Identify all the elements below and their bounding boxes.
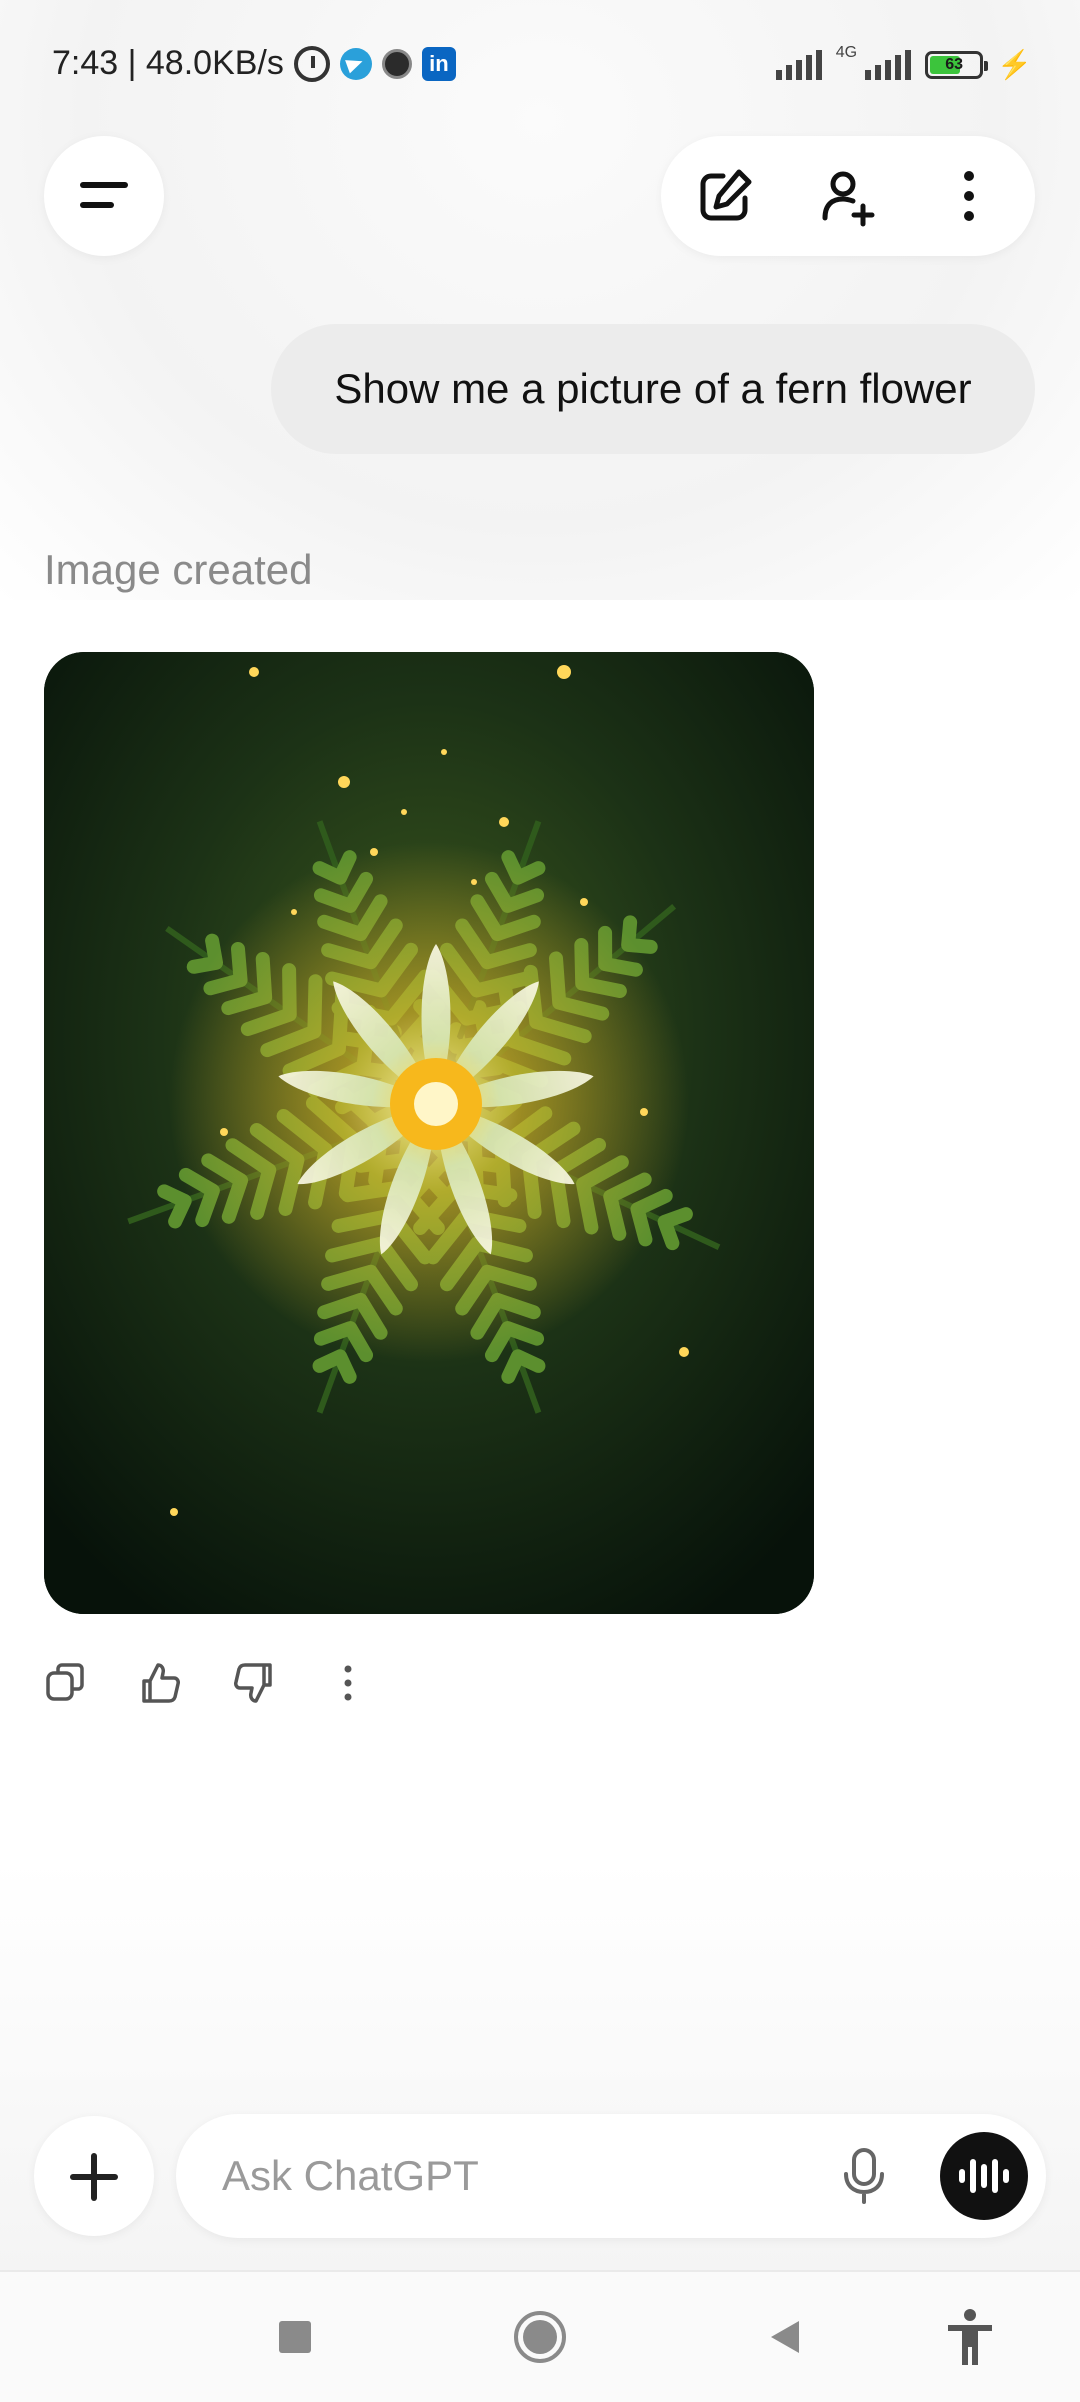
charging-icon: ⚡ [997, 49, 1032, 80]
ask-input[interactable] [220, 2142, 764, 2210]
more-icon [964, 171, 974, 221]
composer [176, 2114, 1046, 2238]
accessibility-icon [948, 2309, 992, 2365]
linkedin-icon: in [421, 46, 456, 81]
system-nav-bar [0, 2270, 1080, 2402]
copy-button[interactable] [44, 1656, 88, 1710]
back-button[interactable] [735, 2272, 835, 2402]
alarm-icon [293, 45, 330, 82]
status-time-speed: 7:43 | 48.0KB/s [52, 44, 284, 82]
assistant-status: Image created [44, 546, 313, 593]
battery-level: 63 [945, 55, 964, 73]
status-right: 4G 63 ⚡ [775, 44, 1032, 81]
signal-icon [775, 49, 822, 80]
status-left: 7:43 | 48.0KB/s in [52, 44, 456, 83]
app-icon [381, 48, 412, 79]
message-actions [44, 1656, 370, 1710]
glowing-fern-flower-image [44, 652, 814, 1614]
accessibility-button[interactable] [920, 2272, 1020, 2402]
add-user-icon [822, 171, 875, 227]
signal-icon-2 [865, 49, 912, 80]
network-type: 4G [835, 43, 858, 61]
new-chat-button[interactable] [683, 154, 767, 238]
recents-icon [279, 2321, 311, 2353]
microphone-icon [844, 2148, 884, 2204]
menu-button[interactable] [44, 136, 164, 256]
generated-image[interactable] [44, 652, 814, 1614]
thumbs-down-icon [234, 1663, 272, 1703]
more-button[interactable] [927, 154, 1011, 238]
microphone-button[interactable] [832, 2144, 896, 2208]
add-attachment-button[interactable] [34, 2116, 154, 2236]
thumbs-up-button[interactable] [138, 1656, 182, 1710]
telegram-icon [339, 47, 372, 80]
status-bar: 7:43 | 48.0KB/s in 4G 63 ⚡ [0, 30, 1080, 100]
recents-button[interactable] [245, 2272, 345, 2402]
user-message-text: Show me a picture of a fern flower [334, 365, 972, 412]
back-icon [771, 2321, 799, 2353]
top-actions [661, 136, 1035, 256]
thumbs-down-button[interactable] [232, 1656, 276, 1710]
new-chat-icon [700, 169, 752, 221]
add-user-button[interactable] [805, 154, 889, 238]
user-message-bubble: Show me a picture of a fern flower [271, 324, 1035, 454]
battery-icon: 63 [925, 50, 989, 79]
menu-icon [80, 182, 128, 188]
copy-icon [46, 1663, 84, 1701]
voice-mode-button[interactable] [940, 2132, 1028, 2220]
thumbs-up-icon [142, 1663, 180, 1703]
more-vertical-icon [344, 1665, 352, 1701]
home-icon [514, 2311, 566, 2363]
home-button[interactable] [490, 2272, 590, 2402]
more-vertical-button[interactable] [326, 1656, 370, 1710]
